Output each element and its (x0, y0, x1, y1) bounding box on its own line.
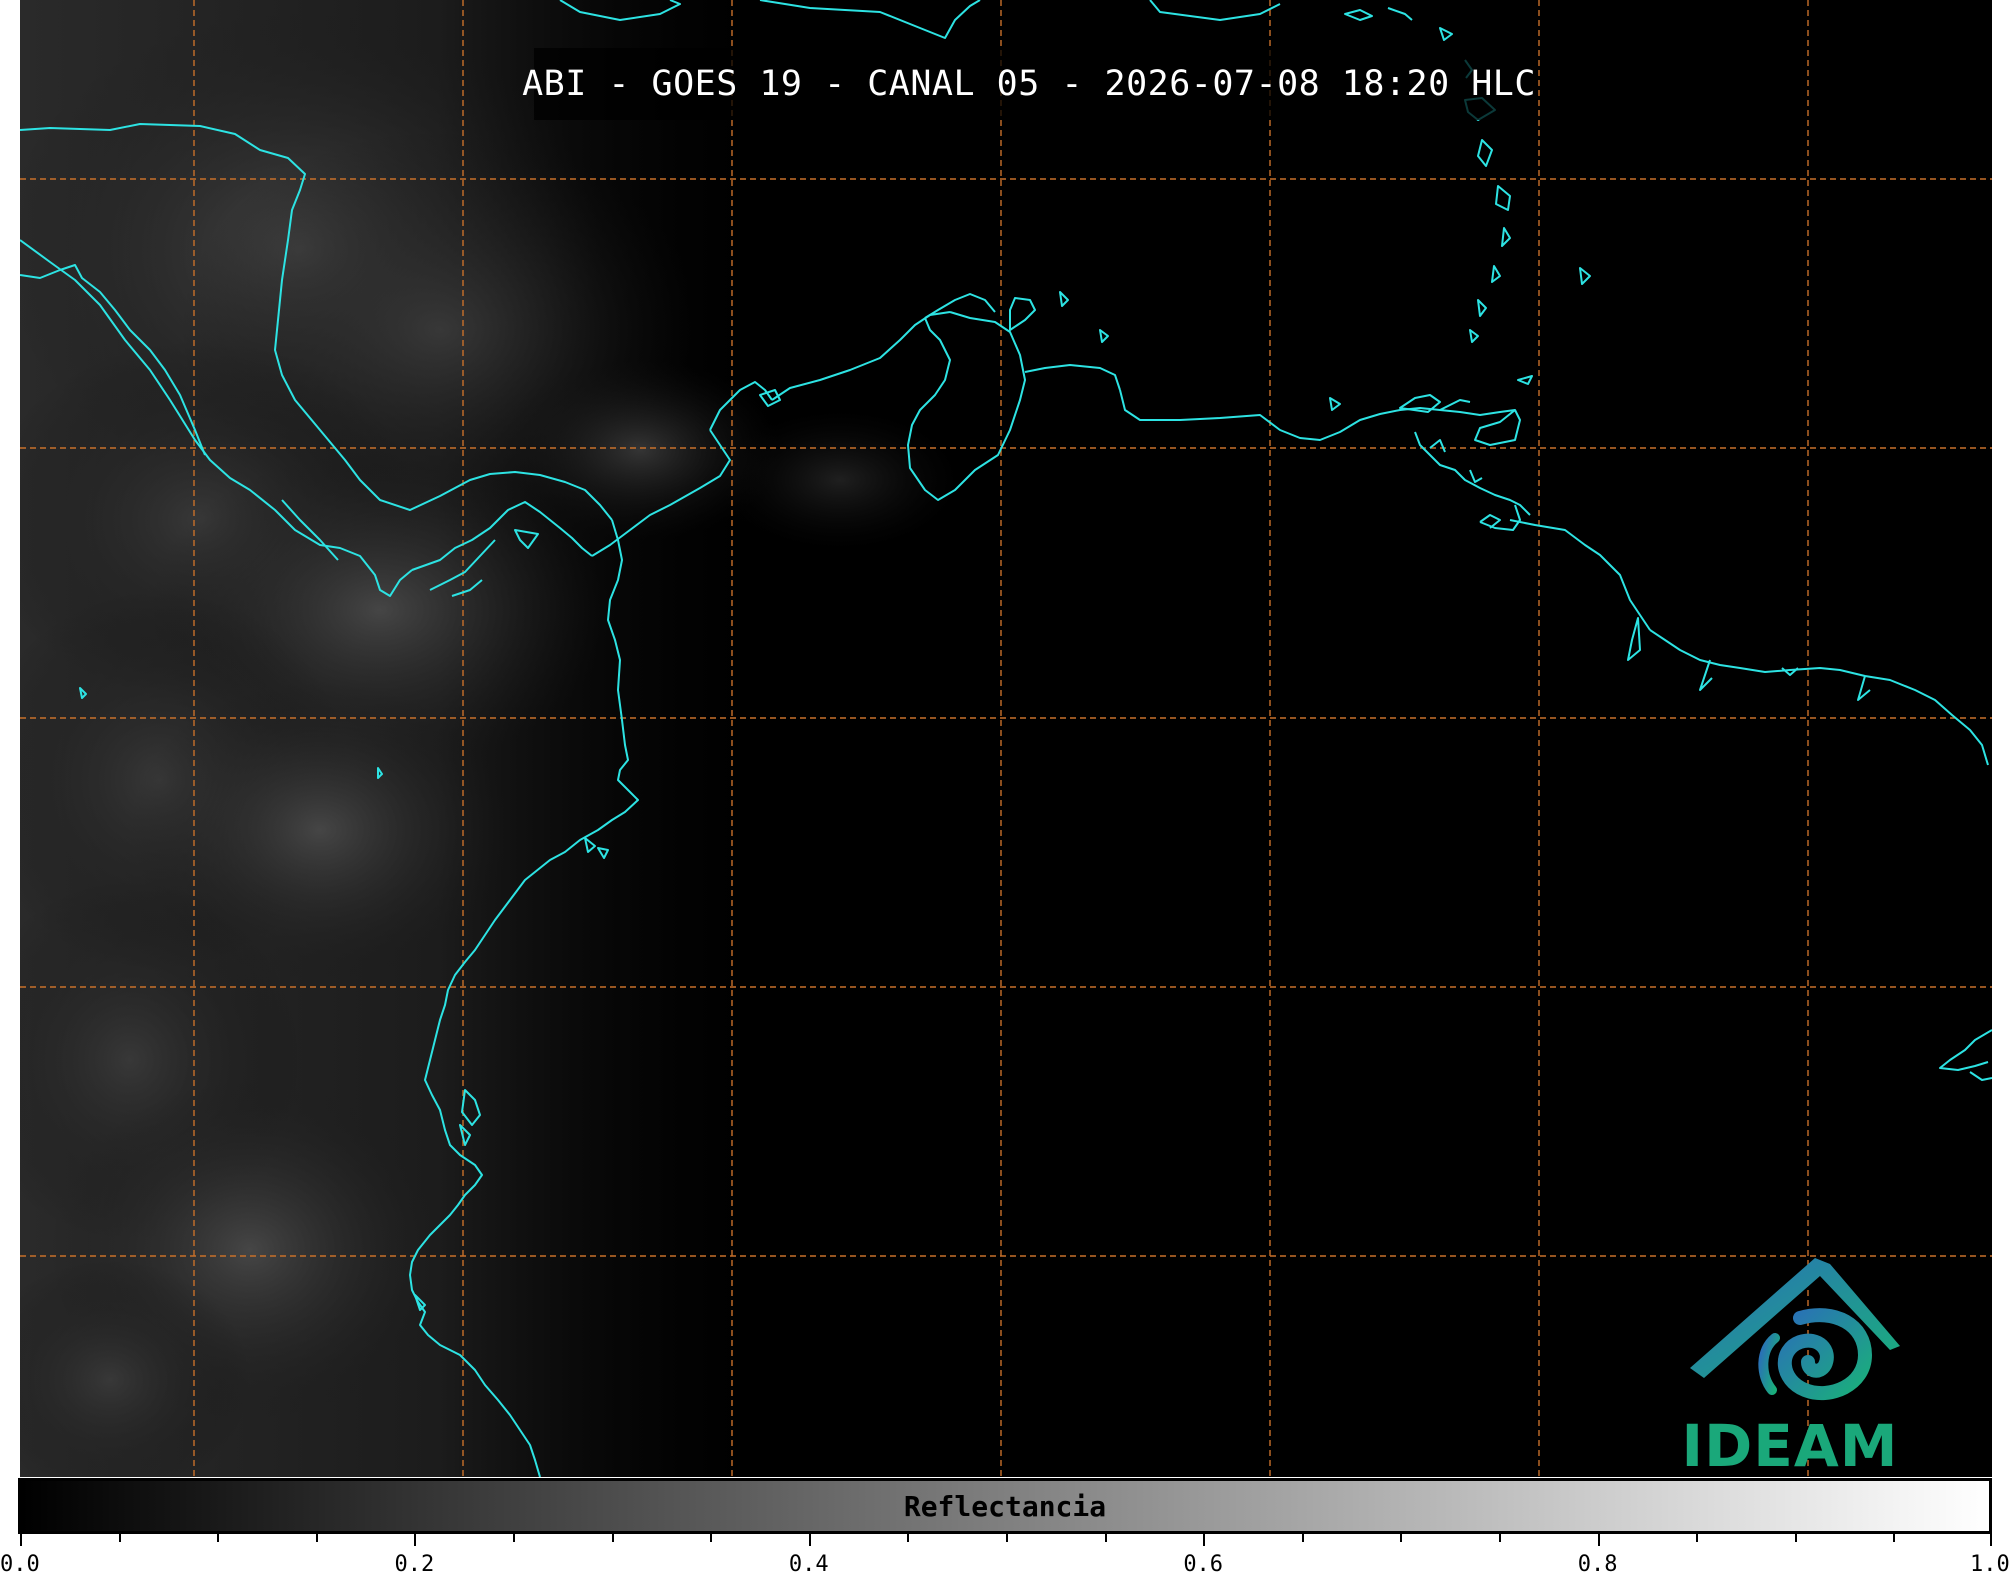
ideam-logo-text: IDEAM (1681, 1412, 1899, 1477)
colorbar-minor-tick (1301, 1534, 1304, 1542)
title-box: ABI - GOES 19 - CANAL 05 - 2026-07-08 18… (522, 48, 1535, 120)
colorbar-minor-tick (118, 1534, 121, 1542)
colorbar-tick-label: 0.8 (1577, 1552, 1618, 1577)
colorbar-minor-tick (1794, 1534, 1797, 1542)
colorbar-tick-label: 0.4 (788, 1552, 829, 1577)
colorbar-minor-tick (1006, 1534, 1008, 1542)
colorbar-major-tick (808, 1534, 811, 1546)
colorbar-minor-tick (1893, 1534, 1896, 1542)
ideam-logo: IDEAM (1660, 1250, 1920, 1477)
colorbar-axis: 0.0 0.2 0.4 0.6 0.8 1.0 (0, 1534, 2010, 1577)
colorbar-minor-tick (1104, 1534, 1107, 1542)
colorbar-major-tick (1990, 1534, 1992, 1546)
colorbar-label: Reflectancia (903, 1489, 1107, 1523)
colorbar-major-tick (20, 1534, 22, 1546)
colorbar-tick-label: 0.6 (1183, 1552, 1224, 1577)
colorbar-minor-tick (1499, 1534, 1501, 1542)
colorbar-minor-tick (217, 1534, 220, 1542)
colorbar-major-tick (1597, 1534, 1600, 1546)
colorbar-minor-tick (1400, 1534, 1403, 1542)
satellite-map: ABI - GOES 19 - CANAL 05 - 2026-07-08 18… (20, 0, 1992, 1477)
colorbar-major-tick (414, 1534, 417, 1546)
colorbar: Reflectancia (18, 1478, 1992, 1534)
colorbar-minor-tick (1696, 1534, 1699, 1542)
map-title: ABI - GOES 19 - CANAL 05 - 2026-07-08 18… (522, 64, 1536, 104)
colorbar-minor-tick (315, 1534, 318, 1542)
colorbar-minor-tick (513, 1534, 515, 1542)
colorbar-tick-label: 1.0 (1970, 1552, 2010, 1577)
colorbar-minor-tick (907, 1534, 910, 1542)
colorbar-minor-tick (710, 1534, 713, 1542)
colorbar-major-tick (1203, 1534, 1206, 1546)
colorbar-tick-label: 0.2 (394, 1552, 435, 1577)
colorbar-minor-tick (611, 1534, 614, 1542)
colorbar-tick-label: 0.0 (0, 1552, 40, 1577)
ideam-mountain-swirl-icon (1690, 1258, 1900, 1401)
